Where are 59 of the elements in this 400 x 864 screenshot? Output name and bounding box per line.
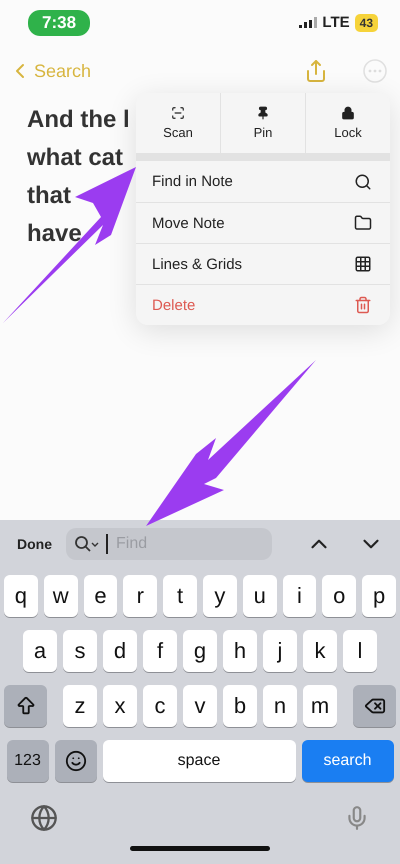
done-button[interactable]: Done	[17, 536, 52, 552]
menu-item[interactable]: Find in Note	[136, 161, 390, 202]
letter-key[interactable]: y	[203, 575, 237, 617]
menu-action[interactable]: Scan	[136, 93, 220, 153]
globe-icon[interactable]	[30, 804, 58, 832]
letter-key[interactable]: i	[282, 575, 316, 617]
letter-key[interactable]: d	[103, 630, 137, 672]
letter-key[interactable]: m	[303, 685, 337, 727]
letter-key[interactable]: k	[303, 630, 337, 672]
pin-icon	[256, 106, 270, 120]
letter-key[interactable]: o	[322, 575, 356, 617]
status-time: 7:38	[28, 10, 90, 36]
emoji-icon	[64, 750, 86, 772]
note-text: that	[27, 181, 71, 211]
note-text: have	[27, 219, 82, 249]
note-text: And the l	[27, 105, 130, 135]
network-label: LTE	[322, 14, 350, 31]
letter-key[interactable]: f	[143, 630, 177, 672]
signal-icon	[299, 17, 318, 28]
letter-key[interactable]: q	[4, 575, 38, 617]
search-icon	[74, 535, 100, 553]
letter-key[interactable]: a	[23, 630, 57, 672]
letter-key[interactable]: e	[84, 575, 118, 617]
menu-action[interactable]: Lock	[305, 93, 390, 153]
search-key[interactable]: search	[302, 740, 394, 782]
numbers-key[interactable]: 123	[6, 740, 48, 782]
letter-key[interactable]: u	[242, 575, 277, 617]
letter-key[interactable]: c	[143, 685, 177, 727]
search-icon	[354, 172, 372, 190]
battery-level: 43	[354, 14, 378, 32]
letter-key[interactable]: l	[343, 630, 377, 672]
trash-icon	[354, 296, 372, 314]
letter-key[interactable]: n	[263, 685, 297, 727]
letter-key[interactable]: t	[163, 575, 197, 617]
shift-key[interactable]	[4, 685, 47, 727]
shift-icon	[14, 695, 36, 717]
letter-key[interactable]: j	[263, 630, 297, 672]
letter-key[interactable]: s	[63, 630, 97, 672]
letter-key[interactable]: h	[223, 630, 257, 672]
text-cursor	[106, 534, 108, 554]
letter-key[interactable]: z	[63, 685, 97, 727]
emoji-key[interactable]	[54, 740, 96, 782]
letter-key[interactable]: g	[183, 630, 217, 672]
letter-key[interactable]: r	[123, 575, 158, 617]
backspace-key[interactable]	[353, 685, 396, 727]
menu-action[interactable]: Pin	[220, 93, 305, 153]
menu-item[interactable]: Move Note	[136, 202, 390, 243]
folder-icon	[354, 214, 372, 232]
letter-key[interactable]: w	[44, 575, 78, 617]
letter-key[interactable]: v	[183, 685, 217, 727]
space-key[interactable]: space	[102, 740, 296, 782]
scan-icon	[171, 106, 185, 120]
letter-key[interactable]: x	[103, 685, 137, 727]
menu-item[interactable]: Lines & Grids	[136, 243, 390, 284]
lock-icon	[341, 106, 355, 120]
note-text: what cat	[27, 143, 124, 173]
grid-icon	[354, 255, 372, 273]
letter-key[interactable]: b	[223, 685, 257, 727]
letter-key[interactable]: p	[362, 575, 396, 617]
